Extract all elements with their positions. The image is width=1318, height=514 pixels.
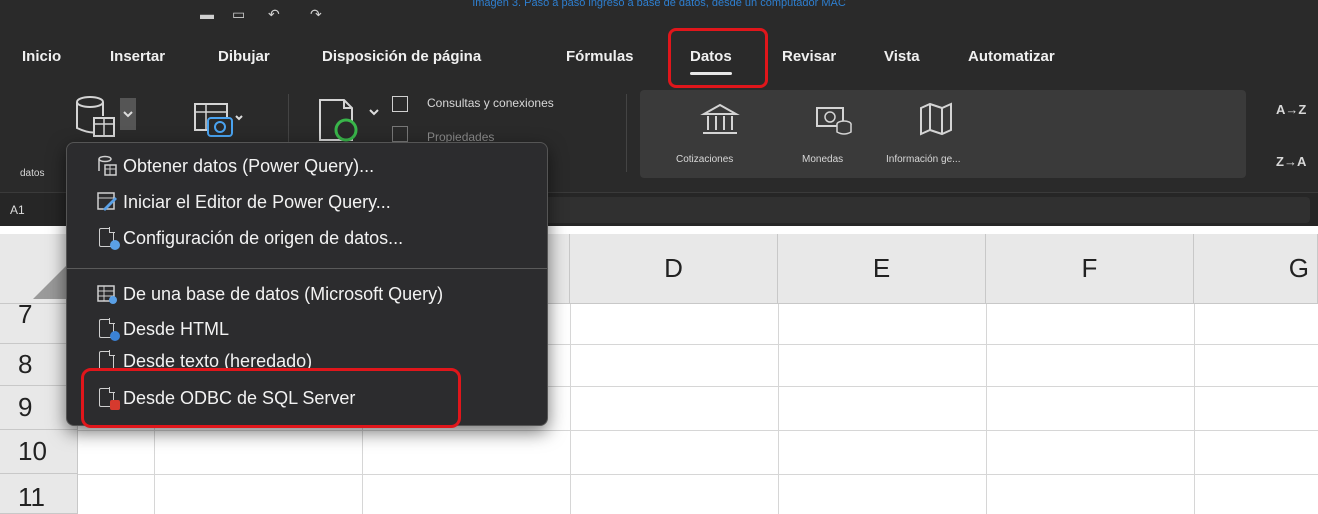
menu-item-desde-html[interactable]: Desde HTML (97, 314, 229, 344)
redo-icon[interactable]: ↷ (310, 6, 322, 23)
name-box[interactable]: A1 (10, 203, 25, 217)
window-icon[interactable]: ▭ (232, 6, 245, 23)
refresh-doc-icon (319, 99, 379, 142)
tab-inicio[interactable]: Inicio (22, 48, 61, 65)
ribbon-tabs: Inicio Insertar Dibujar Disposición de p… (0, 28, 1318, 90)
column-header-D[interactable]: D (570, 234, 778, 304)
currency-icon (816, 107, 852, 135)
group-separator (626, 94, 627, 172)
geography-button[interactable] (918, 102, 954, 141)
save-icon[interactable]: ▬ (200, 6, 214, 22)
undo-icon[interactable]: ↶ (268, 6, 280, 23)
queries-icon (392, 96, 408, 112)
bank-icon (700, 103, 740, 134)
menu-item-label: Iniciar el Editor de Power Query... (123, 191, 391, 212)
monedas-button[interactable] (814, 104, 854, 143)
odbc-highlight-box (81, 368, 461, 428)
column-header-E[interactable]: E (778, 234, 986, 304)
menu-item-label: Desde HTML (123, 318, 230, 339)
table-db-icon (97, 155, 117, 177)
properties-icon (392, 126, 408, 142)
tab-formulas[interactable]: Fórmulas (566, 48, 634, 65)
tab-automatizar[interactable]: Automatizar (968, 48, 1055, 65)
settings-doc-icon (97, 227, 120, 250)
row-header-11[interactable]: 11 (0, 474, 78, 514)
menu-item-label: Obtener datos (Power Query)... (123, 155, 375, 176)
col-line (986, 304, 987, 514)
cotizaciones-label: Cotizaciones (676, 154, 734, 165)
menu-item-label: De una base de datos (Microsoft Query) (123, 283, 444, 304)
menu-item-data-source-settings[interactable]: Configuración de origen de datos... (97, 223, 403, 253)
menu-item-microsoft-query[interactable]: De una base de datos (Microsoft Query) (97, 279, 443, 309)
database-query-icon (97, 283, 117, 305)
get-data-menu: Obtener datos (Power Query)... Iniciar e… (66, 142, 548, 428)
row-line (78, 474, 1318, 475)
menu-item-power-query-editor[interactable]: Iniciar el Editor de Power Query... (97, 187, 391, 217)
tab-dibujar[interactable]: Dibujar (218, 48, 270, 65)
column-header-G[interactable]: G (1194, 234, 1318, 304)
sort-ascending-button[interactable]: A→Z (1276, 102, 1306, 117)
col-line (1194, 304, 1195, 514)
excel-window: ▬ ▭ ↶ ↷ Inicio Insertar Dibujar Disposic… (0, 0, 1318, 514)
tab-insertar[interactable]: Insertar (110, 48, 165, 65)
tab-vista[interactable]: Vista (884, 48, 920, 65)
map-icon (920, 102, 952, 136)
monedas-label: Monedas (802, 154, 844, 165)
tab-revisar[interactable]: Revisar (782, 48, 836, 65)
database-table-icon (76, 96, 136, 137)
get-data-button[interactable] (70, 94, 138, 147)
row-line (78, 430, 1318, 431)
col-line (570, 304, 571, 514)
tab-disposicion[interactable]: Disposición de página (322, 48, 481, 65)
menu-item-obtener-datos[interactable]: Obtener datos (Power Query)... (97, 151, 374, 181)
geography-label: Información ge... (886, 154, 961, 165)
editor-icon (97, 191, 117, 213)
queries-connections-button[interactable]: Consultas y conexiones (427, 96, 554, 110)
sort-descending-button[interactable]: Z→A (1276, 154, 1306, 169)
row-header-10[interactable]: 10 (0, 430, 78, 474)
menu-separator (67, 268, 547, 269)
column-header-F[interactable]: F (986, 234, 1194, 304)
menu-item-label: Configuración de origen de datos... (123, 227, 404, 248)
group-label-datos: datos (20, 168, 45, 179)
cotizaciones-button[interactable] (700, 102, 740, 143)
col-line (778, 304, 779, 514)
data-types-gallery: Cotizaciones Monedas Información ge... (640, 90, 1246, 178)
table-camera-icon (194, 103, 243, 137)
datos-tab-highlight (668, 28, 768, 88)
html-doc-icon (97, 318, 120, 341)
figure-caption: Imagen 3. Paso a paso ingreso a base de … (472, 0, 846, 9)
from-picture-button[interactable] (192, 98, 244, 147)
